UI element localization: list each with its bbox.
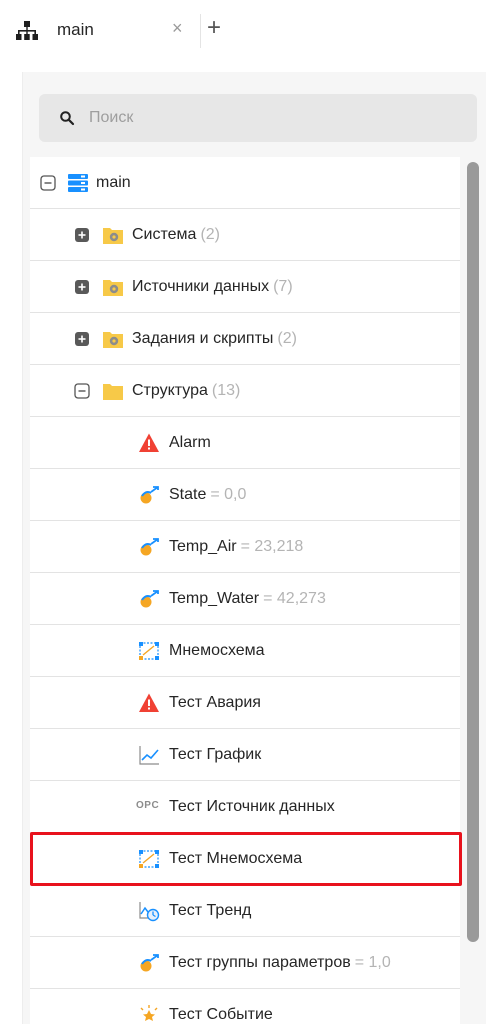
tree-node-label: main — [96, 174, 131, 191]
child-count: (2) — [277, 330, 297, 347]
expand-icon[interactable] — [74, 279, 90, 295]
tree-node-label: State — [169, 486, 207, 503]
tree-node-label: Структура — [132, 382, 208, 399]
search-box[interactable] — [39, 94, 477, 142]
tree-item-temp-water[interactable]: Temp_Water = 42,273 — [30, 573, 460, 625]
folder-gear-icon — [103, 280, 123, 296]
tab-label: main — [57, 20, 94, 39]
tree-item-alarm[interactable]: Alarm — [30, 417, 460, 469]
alarm-icon — [139, 433, 159, 452]
tree-item-test-trend[interactable]: Тест Тренд — [30, 885, 460, 937]
tree-node-label: Alarm — [169, 434, 211, 451]
search-input[interactable] — [89, 106, 459, 130]
folder-gear-icon — [103, 228, 123, 244]
child-count: (2) — [200, 226, 220, 243]
add-tab-button[interactable]: + — [207, 14, 221, 42]
tree-node-main[interactable]: main — [30, 157, 460, 209]
search-icon — [60, 111, 75, 126]
mnemo-icon — [139, 642, 159, 660]
tree-node-data-sources[interactable]: Источники данных (7) — [30, 261, 460, 313]
tree-node-label: Тест График — [169, 746, 262, 763]
tree-node-label: Temp_Air — [169, 538, 237, 555]
tree-scrollbar[interactable] — [467, 162, 479, 942]
current-value: = 1,0 — [354, 954, 391, 971]
tree-item-test-chart[interactable]: Тест График — [30, 729, 460, 781]
expand-icon[interactable] — [74, 227, 90, 243]
chart-icon — [139, 746, 159, 765]
tree-item-test-alarm[interactable]: Тест Авария — [30, 677, 460, 729]
tree-node-label: Тест Мнемосхема — [169, 850, 303, 867]
tab-main[interactable]: main × — [0, 0, 200, 60]
tree-item-mnemo[interactable]: Мнемосхема — [30, 625, 460, 677]
tree-item-test-param-group[interactable]: Тест группы параметров = 1,0 — [30, 937, 460, 989]
opc-icon: OPC — [136, 800, 160, 811]
tree-node-label: Тест Авария — [169, 694, 261, 711]
tree-item-test-mnemo[interactable]: Тест Мнемосхема — [30, 833, 460, 885]
folder-icon — [103, 384, 123, 400]
variable-icon — [140, 538, 159, 556]
tree-node-structure[interactable]: Структура (13) — [30, 365, 460, 417]
tree-node-label: Источники данных — [132, 278, 270, 295]
child-count: (13) — [211, 382, 241, 399]
tree-node-label: Тест группы параметров — [169, 954, 351, 971]
mnemo-icon — [139, 850, 159, 868]
collapse-icon[interactable] — [74, 383, 90, 399]
folder-gear-icon — [103, 332, 123, 348]
child-count: (7) — [273, 278, 293, 295]
hierarchy-icon — [16, 21, 38, 40]
tree-item-temp-air[interactable]: Temp_Air = 23,218 — [30, 521, 460, 573]
tree-node-label: Система — [132, 226, 197, 243]
event-icon — [140, 1005, 158, 1021]
tree-node-label: Тест Источник данных — [169, 798, 335, 815]
collapse-icon[interactable] — [40, 175, 56, 191]
object-tree: main Система (2) Источники данных (7) За… — [30, 157, 460, 1024]
current-value: = 0,0 — [210, 486, 247, 503]
variable-icon — [140, 954, 159, 972]
variable-icon — [140, 590, 159, 608]
current-value: = 42,273 — [263, 590, 326, 607]
tree-item-test-data-source[interactable]: OPC Тест Источник данных — [30, 781, 460, 833]
tree-node-system[interactable]: Система (2) — [30, 209, 460, 261]
tab-bar: main × + — [0, 0, 486, 60]
variable-icon — [140, 486, 159, 504]
tab-close-button[interactable]: × — [172, 18, 183, 39]
tree-node-label: Тест Тренд — [169, 902, 252, 919]
tree-node-label: Тест Событие — [169, 1006, 273, 1023]
tree-node-label: Задания и скрипты — [132, 330, 274, 347]
alarm-icon — [139, 693, 159, 712]
tree-node-label: Мнемосхема — [169, 642, 265, 659]
tree-node-label: Temp_Water — [169, 590, 260, 607]
expand-icon[interactable] — [74, 331, 90, 347]
tree-item-state[interactable]: State = 0,0 — [30, 469, 460, 521]
tab-divider — [200, 14, 201, 48]
current-value: = 23,218 — [240, 538, 304, 555]
tree-item-test-event[interactable]: Тест Событие — [30, 989, 460, 1024]
tree-node-tasks-scripts[interactable]: Задания и скрипты (2) — [30, 313, 460, 365]
trend-icon — [139, 902, 160, 922]
server-icon — [68, 174, 88, 192]
